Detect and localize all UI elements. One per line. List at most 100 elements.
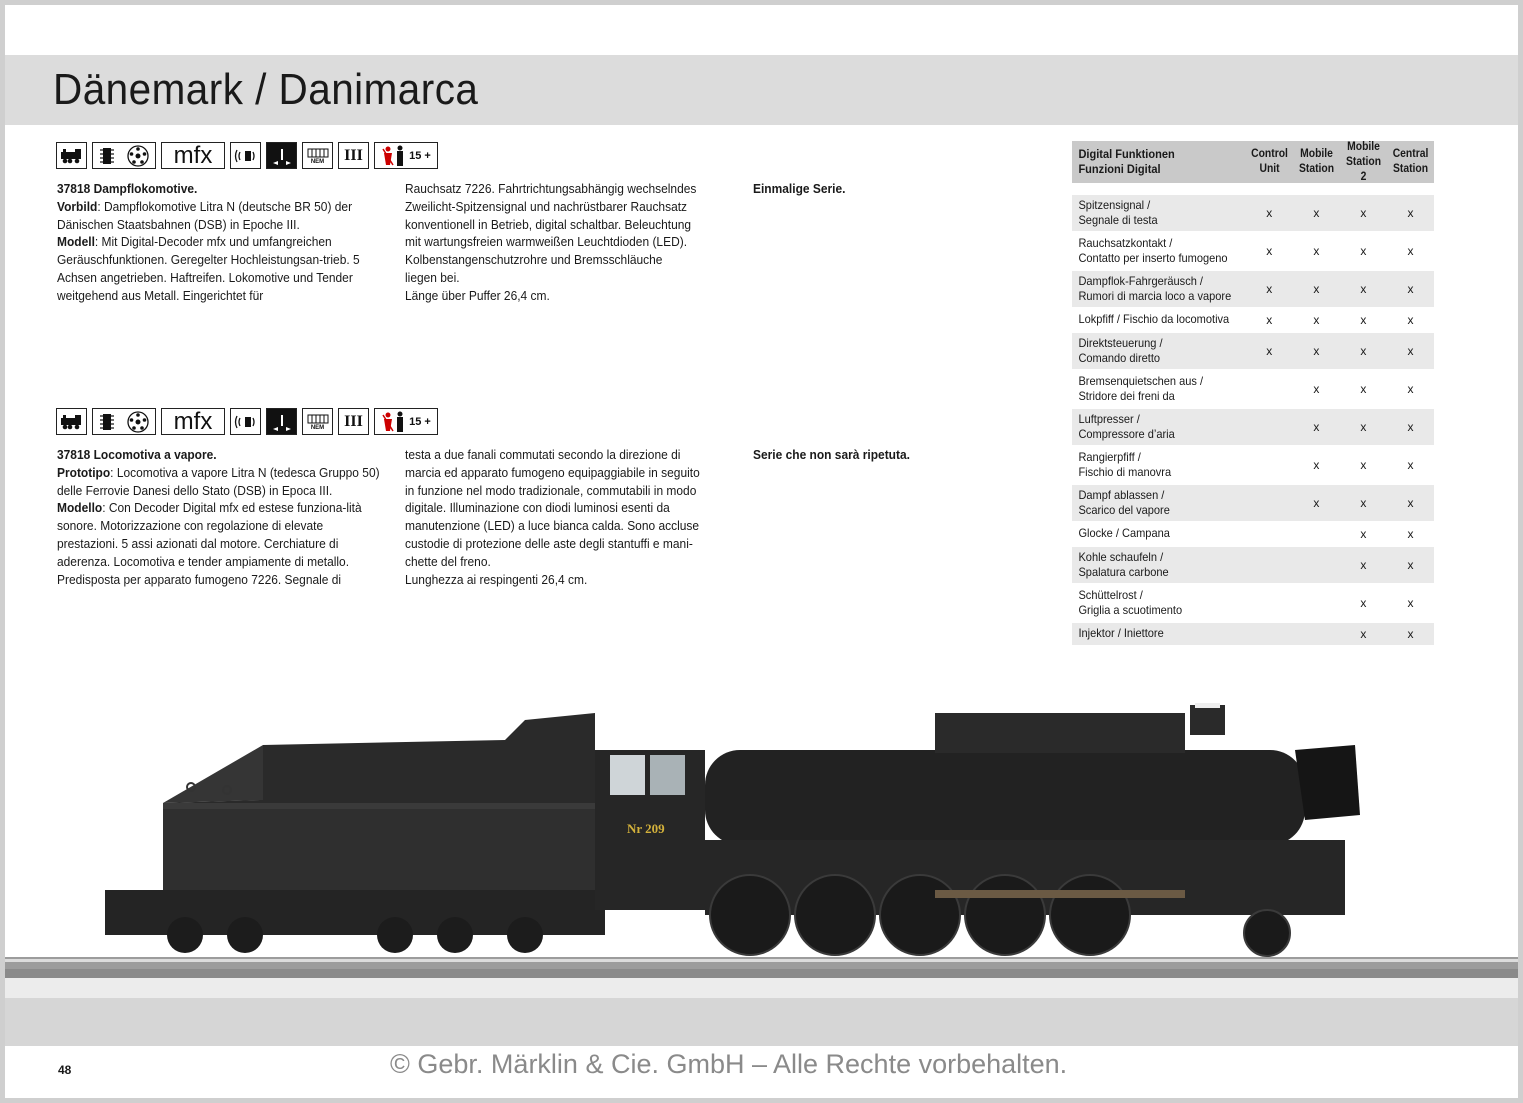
- table-row: Injektor / Iniettore x x: [1072, 621, 1434, 645]
- function-label: Bremsenquietschen aus / Stridore dei fre…: [1078, 373, 1204, 404]
- nem-coupler-icon: NEM: [302, 408, 333, 435]
- age-label: 15 +: [409, 149, 431, 162]
- support-mark: x: [1313, 205, 1320, 220]
- support-mark: x: [1360, 281, 1367, 296]
- function-label: Dampflok-Fahrgeräusch / Rumori di marcia…: [1078, 273, 1232, 304]
- table-row: Glocke / Campana x x: [1072, 521, 1434, 545]
- table-row: Luftpresser / Compressore d’aria x x x: [1072, 407, 1434, 445]
- footer-band-light: [5, 978, 1518, 998]
- function-label: Rangierpfiff / Fischio di manovra: [1078, 449, 1172, 480]
- sound-icon: [230, 408, 261, 435]
- support-mark: x: [1360, 626, 1367, 641]
- support-mark: x: [1313, 243, 1320, 258]
- table-row: Schüttelrost / Griglia a scuotimento x x: [1072, 583, 1434, 621]
- age-label: 15 +: [409, 415, 431, 428]
- model-de: Modell: Mit Digital-Decoder mfx und umfa…: [57, 234, 360, 303]
- support-mark: x: [1313, 312, 1320, 327]
- support-mark: x: [1360, 495, 1367, 510]
- table-header: Digital Funktionen Funzioni Digital Cont…: [1072, 141, 1434, 183]
- support-mark: x: [1360, 457, 1367, 472]
- support-mark: x: [1407, 495, 1414, 510]
- decoder-sound-icon: [92, 142, 156, 169]
- support-mark: x: [1266, 205, 1273, 220]
- table-row: Dampf ablassen / Scarico del vapore x x x: [1072, 483, 1434, 521]
- support-mark: x: [1360, 381, 1367, 396]
- table-row: Direktsteuerung / Comando diretto x x x x: [1072, 331, 1434, 369]
- support-mark: x: [1360, 419, 1367, 434]
- function-label: Direktsteuerung / Comando diretto: [1078, 335, 1163, 366]
- function-label: Kohle schaufeln / Spalatura carbone: [1078, 549, 1169, 580]
- support-mark: x: [1313, 343, 1320, 358]
- support-mark: x: [1407, 381, 1414, 396]
- table-body: Spitzensignal / Segnale di testa x x x x Rauc…: [1072, 193, 1434, 645]
- support-mark: x: [1407, 343, 1414, 358]
- support-mark: x: [1407, 281, 1414, 296]
- page-title: Dänemark / Danimarca: [53, 65, 479, 114]
- support-mark: x: [1407, 557, 1414, 572]
- table-row: Spitzensignal / Segnale di testa x x x x: [1072, 193, 1434, 231]
- support-mark: x: [1360, 205, 1367, 220]
- prototype-de: Vorbild: Dampflokomotive Litra N (deutsc…: [57, 198, 353, 232]
- locomotive-icon: [56, 408, 87, 435]
- catalog-page: Dänemark / Danimarca mfx NEM III 15 + 37…: [5, 5, 1518, 1098]
- decoder-sound-icon: [92, 408, 156, 435]
- series-note-it: Serie che non sarà ripetuta.: [753, 447, 910, 462]
- nem-label: NEM: [310, 158, 325, 165]
- support-mark: x: [1407, 312, 1414, 327]
- sound-icon: [230, 142, 261, 169]
- product-description-de: 37818 Dampflokomotive. Vorbild: Dampflok…: [57, 180, 381, 305]
- support-mark: x: [1360, 243, 1367, 258]
- product-description-it-cont: testa a due fanali commutati secondo la …: [405, 447, 700, 587]
- function-label: Glocke / Campana: [1078, 526, 1170, 541]
- support-mark: x: [1407, 419, 1414, 434]
- copyright-notice: © Gebr. Märklin & Cie. GmbH – Alle Recht…: [390, 1049, 1068, 1079]
- table-row: Bremsenquietschen aus / Stridore dei fre…: [1072, 369, 1434, 407]
- page-number: 48: [58, 1063, 72, 1077]
- headlight-icon: [266, 408, 297, 435]
- support-mark: x: [1407, 205, 1414, 220]
- support-mark: x: [1360, 557, 1367, 572]
- table-row: Dampflok-Fahrgeräusch / Rumori di marcia…: [1072, 269, 1434, 307]
- support-mark: x: [1313, 419, 1320, 434]
- table-row: Rauchsatzkontakt / Contatto per inserto …: [1072, 231, 1434, 269]
- mfx-icon: mfx: [161, 142, 225, 169]
- support-mark: x: [1407, 595, 1414, 610]
- support-mark: x: [1266, 343, 1273, 358]
- product-title-de: 37818 Dampflokomotive.: [57, 181, 198, 196]
- header-control-unit: Control Unit: [1250, 148, 1288, 175]
- support-mark: x: [1313, 457, 1320, 472]
- nem-label: NEM: [310, 424, 325, 431]
- model-it: Modello: Con Decoder Digital mfx ed este…: [57, 500, 362, 587]
- mfx-icon: mfx: [161, 408, 225, 435]
- support-mark: x: [1407, 457, 1414, 472]
- function-label: Lokpfiff / Fischio da locomotiva: [1078, 312, 1230, 327]
- function-label: Spitzensignal / Segnale di testa: [1078, 197, 1158, 228]
- header-mobile-station: Mobile Station: [1298, 148, 1334, 175]
- support-mark: x: [1407, 526, 1414, 541]
- product-title-it: 37818 Locomotiva a vapore.: [57, 447, 217, 462]
- epoch-icon: III: [338, 142, 369, 169]
- prototype-it: Prototipo: Locomotiva a vapore Litra N (…: [57, 464, 380, 498]
- product-description-de-cont: Rauchsatz 7226. Fahrtrichtungsabhängig w…: [405, 181, 697, 303]
- function-label: Schüttelrost / Griglia a scuotimento: [1078, 587, 1183, 618]
- locomotive-icon: [56, 142, 87, 169]
- function-label: Dampf ablassen / Scarico del vapore: [1078, 487, 1170, 518]
- header-central-station: Central Station: [1392, 148, 1429, 175]
- locomotive-image: Nr 209: [5, 703, 1518, 979]
- number-plate: Nr 209: [627, 821, 665, 836]
- header-label: Digital Funktionen Funzioni Digital: [1078, 146, 1175, 177]
- support-mark: x: [1313, 495, 1320, 510]
- product-description-it: 37818 Locomotiva a vapore. Prototipo: Lo…: [57, 446, 381, 588]
- table-spacer: [1072, 183, 1434, 193]
- series-note-de: Einmalige Serie.: [753, 181, 846, 196]
- digital-functions-table: Digital Funktionen Funzioni Digital Cont…: [1072, 141, 1434, 645]
- support-mark: x: [1313, 281, 1320, 296]
- support-mark: x: [1360, 343, 1367, 358]
- table-row: Kohle schaufeln / Spalatura carbone x x: [1072, 545, 1434, 583]
- support-mark: x: [1360, 312, 1367, 327]
- age-warning-icon: 15 +: [374, 142, 438, 169]
- support-mark: x: [1266, 312, 1273, 327]
- support-mark: x: [1266, 243, 1273, 258]
- feature-icons-it: mfx NEM III 15 +: [56, 408, 438, 435]
- support-mark: x: [1407, 626, 1414, 641]
